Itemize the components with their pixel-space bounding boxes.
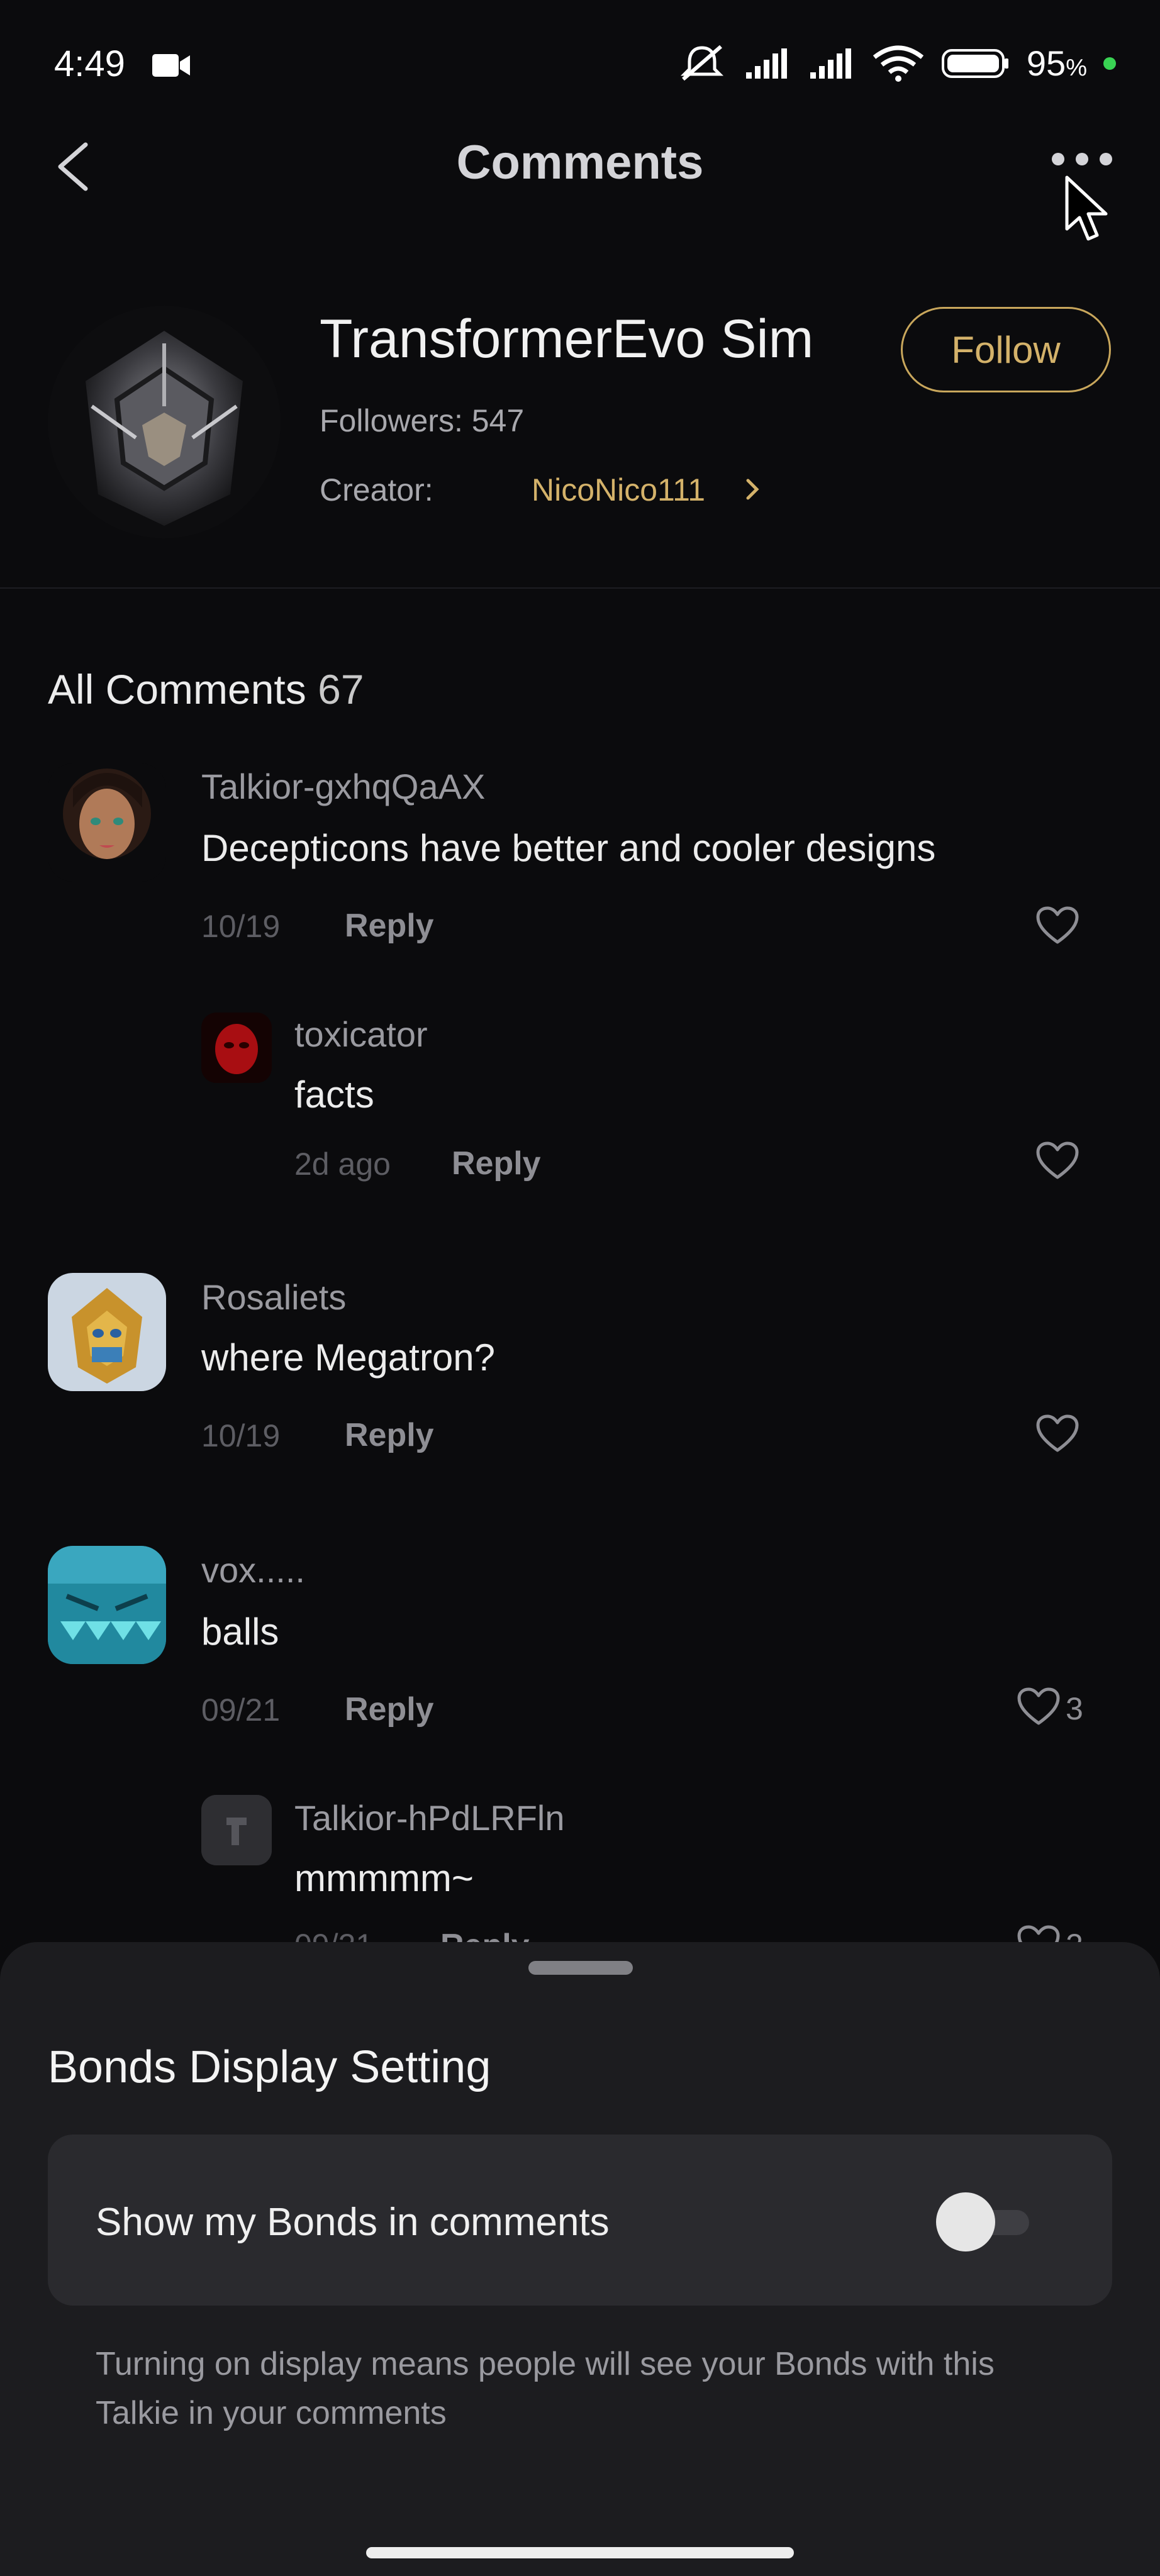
profile-name: TransformerEvo Sim [320, 309, 814, 369]
comments-count: 67 [318, 666, 364, 713]
status-time: 4:49 [54, 43, 125, 84]
comments-header-label: All Comments [48, 666, 306, 713]
comment-username[interactable]: Rosaliets [201, 1277, 346, 1318]
comment-date: 10/19 [201, 909, 281, 944]
avatar[interactable] [201, 1013, 272, 1083]
muted-bell-icon [680, 45, 723, 80]
more-options-icon[interactable] [1049, 150, 1115, 169]
divider [0, 587, 1160, 589]
show-bonds-toggle[interactable] [936, 2192, 1032, 2251]
comment-username[interactable]: Talkior-gxhqQaAX [201, 766, 485, 807]
avatar[interactable] [48, 763, 166, 882]
comment-text: balls [201, 1611, 279, 1653]
signal-icon [745, 48, 787, 79]
avatar[interactable] [201, 1795, 272, 1865]
sheet-drag-handle[interactable] [528, 1961, 633, 1975]
comment-text: where Megatron? [201, 1336, 495, 1379]
comment-date: 09/21 [201, 1692, 281, 1728]
profile-avatar[interactable] [48, 306, 281, 538]
battery-percent: 95% [1026, 43, 1087, 83]
comment-text: mmmmm~ [294, 1857, 474, 1899]
followers-count: Followers: 547 [320, 403, 525, 438]
comment-date: 2d ago [294, 1146, 391, 1182]
page-title: Comments [456, 136, 704, 189]
privacy-indicator-dot [1103, 57, 1116, 70]
setting-label: Show my Bonds in comments [96, 2201, 610, 2244]
signal-icon-2 [810, 48, 851, 79]
video-camera-icon [152, 54, 190, 77]
comment-text: facts [294, 1074, 374, 1116]
comment-username[interactable]: toxicator [294, 1014, 428, 1055]
chevron-right-icon [746, 479, 759, 500]
heart-icon[interactable] [1035, 906, 1079, 946]
heart-icon[interactable] [1035, 1141, 1079, 1181]
avatar[interactable] [48, 1273, 166, 1391]
comment-date: 10/19 [201, 1418, 281, 1453]
like-count: 3 [1066, 1691, 1083, 1726]
reply-button[interactable]: Reply [345, 907, 434, 945]
reply-button[interactable]: Reply [452, 1145, 541, 1182]
wifi-icon [873, 45, 924, 82]
comment-username[interactable]: Talkior-hPdLRFln [294, 1797, 565, 1838]
battery-icon [941, 48, 1008, 78]
sheet-note: Turning on display means people will see… [96, 2346, 995, 2431]
avatar[interactable] [48, 1546, 166, 1664]
comment-text: Decepticons have better and cooler desig… [201, 827, 936, 869]
creator-link[interactable]: NicoNico111 [532, 472, 705, 508]
mouse-cursor-icon [1065, 175, 1108, 241]
comment-username[interactable]: vox..... [201, 1550, 305, 1591]
heart-icon[interactable] [1017, 1687, 1061, 1727]
sheet-title: Bonds Display Setting [48, 2042, 491, 2092]
home-indicator[interactable] [366, 2547, 794, 2558]
reply-button[interactable]: Reply [345, 1690, 434, 1728]
toggle-knob [936, 2192, 995, 2251]
comments-header: All Comments 67 [48, 665, 364, 713]
creator-label: Creator: [320, 472, 433, 508]
status-icons: 95% [677, 43, 1116, 84]
reply-button[interactable]: Reply [345, 1416, 434, 1454]
follow-button[interactable]: Follow [901, 307, 1111, 392]
heart-icon[interactable] [1035, 1414, 1079, 1454]
